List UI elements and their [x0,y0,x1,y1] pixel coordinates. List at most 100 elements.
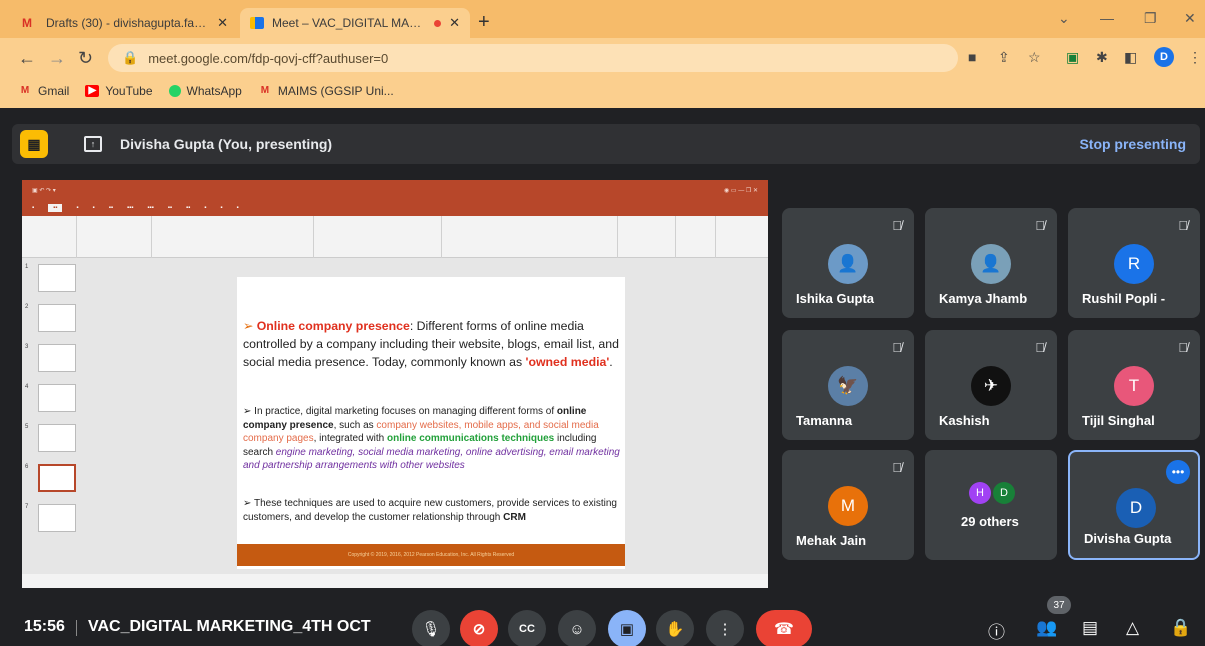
participant-tile[interactable]: 🎙̸ M Mehak Jain [782,450,914,560]
emoji-button[interactable]: ☺ [558,610,596,646]
chat-icon[interactable]: ▤ [1082,618,1098,638]
tab-meet[interactable]: Meet – VAC_DIGITAL MARKE ✕ [240,8,470,38]
extensions-icon[interactable]: ✱ [1096,49,1108,66]
profile-avatar[interactable]: D [1154,47,1174,67]
bookmark-star-icon[interactable]: ☆ [1028,49,1041,66]
minimize-button[interactable]: — [1100,10,1114,26]
meeting-title: VAC_DIGITAL MARKETING_4TH OCT [88,618,371,635]
gmail-icon: M [20,85,30,96]
stop-presenting-button[interactable]: Stop presenting [1079,136,1186,152]
slide-text: engine marketing, social media marketing… [243,446,620,472]
host-controls-icon[interactable]: 🔒 [1170,618,1191,638]
participant-name: Kashish [939,413,990,428]
mic-off-icon: 🎙̸ [1178,340,1188,355]
tab-title: Drafts (30) - divishagupta.faculty [46,16,210,30]
menu-kebab-icon[interactable]: ⋮ [1188,49,1202,66]
avatar: H [969,482,991,504]
participant-tile[interactable]: 🎙̸ 👤 Ishika Gupta [782,208,914,318]
whatsapp-extension-icon[interactable]: ▣ [1066,49,1079,66]
address-bar[interactable]: 🔒 meet.google.com/fdp-qovj-cff?authuser=… [108,44,958,72]
tab-title: Meet – VAC_DIGITAL MARKE [272,16,427,30]
ppt-ribbon-tabs: ▪ ▪▪ ▪ ▪ ▪▪ ▪▪▪ ▪▪▪ ▪▪ ▪▪ ▪ ▪ ▪ [22,200,768,216]
participant-tile[interactable]: 🎙̸ R Rushil Popli - [1068,208,1200,318]
slide-thumbnail[interactable] [38,264,76,292]
participant-name: Rushil Popli - [1082,291,1166,306]
side-panel-icon[interactable]: ◧ [1124,49,1137,66]
bookmarks-bar: M Gmail ▶ YouTube WhatsApp M MAIMS (GGSIP U… [0,80,394,102]
microphone-button[interactable]: 🎙 [412,610,450,646]
slide-thumbnail[interactable] [38,424,76,452]
new-tab-button[interactable]: + [478,11,490,34]
activities-icon[interactable]: △ [1126,618,1139,638]
slide-term: 'owned media' [525,355,610,369]
slide-text: In practice, digital marketing focuses o… [254,406,557,417]
tab-strip: M Drafts (30) - divishagupta.faculty ✕ M… [0,0,1205,38]
reload-button[interactable]: ↻ [78,48,93,69]
slide-bullet-1: ➢ Online company presence: Different for… [243,319,619,369]
bookmark-maims[interactable]: M MAIMS (GGSIP Uni... [258,84,394,98]
youtube-icon: ▶ [85,85,100,97]
present-button[interactable]: ▣ [608,610,646,646]
more-options-button[interactable]: ⋮ [706,610,744,646]
captions-button[interactable]: CC [508,610,546,646]
close-tab-icon[interactable]: ✕ [217,15,228,31]
participant-name: Tamanna [796,413,853,428]
tab-search-icon[interactable]: ⌄ [1058,10,1070,27]
participant-name: Tijil Singhal [1082,413,1155,428]
tab-gmail-drafts[interactable]: M Drafts (30) - divishagupta.faculty ✕ [12,8,238,38]
avatar: D [1116,488,1156,528]
slide-text: , such as [333,419,377,431]
meeting-details-icon[interactable]: ⓘ [988,618,1005,643]
toolbar: ← → ↻ 🔒 meet.google.com/fdp-qovj-cff?aut… [0,38,1205,78]
raise-hand-button[interactable]: ✋ [656,610,694,646]
share-icon[interactable]: ⇪ [998,49,1010,66]
gmail-icon: M [22,16,32,30]
back-button[interactable]: ← [18,48,36,69]
slide-term: Online company presence [256,319,410,333]
camera-off-button[interactable]: ⊘ [460,610,498,646]
participant-name: Mehak Jain [796,533,867,548]
mic-off-icon: 🎙̸ [892,218,902,233]
mic-off-icon: 🎙̸ [892,340,902,355]
slide-thumbnail[interactable] [38,384,76,412]
participant-name: Kamya Jhamb [939,291,1028,306]
camera-in-use-icon[interactable]: ■ [968,49,976,65]
avatar: D [993,482,1015,504]
end-call-button[interactable]: ☎ [756,610,812,646]
slide-thumbnail[interactable] [38,504,76,532]
divider [76,620,77,636]
slide-thumbnail-selected[interactable] [38,464,76,492]
meet-icon [250,17,264,29]
meet-controls-bar: 15:56 VAC_DIGITAL MARKETING_4TH OCT 🎙 ⊘ … [0,596,1205,646]
presenting-label: Divisha Gupta (You, presenting) [120,136,333,152]
slide-thumbnail[interactable] [38,344,76,372]
slide-text: . [609,355,613,369]
participant-tile[interactable]: 🎙̸ 🦅 Tamanna [782,330,914,440]
meeting-time: 15:56 [24,618,65,635]
participant-tile[interactable]: 🎙̸ 👤 Kamya Jhamb [925,208,1057,318]
bookmark-label: YouTube [105,84,153,98]
forward-button[interactable]: → [48,48,66,69]
more-options-icon[interactable]: ••• [1166,460,1190,484]
slide-thumbnail[interactable] [38,304,76,332]
bookmark-youtube[interactable]: ▶ YouTube [85,84,153,98]
participant-tile[interactable]: 🎙̸ ✈ Kashish [925,330,1057,440]
bookmark-whatsapp[interactable]: WhatsApp [168,84,242,98]
slide-text: These techniques are used to acquire new… [243,498,617,523]
gmail-icon: M [260,85,270,96]
close-window-button[interactable]: ✕ [1184,10,1196,27]
self-tile[interactable]: ••• D Divisha Gupta [1068,450,1200,560]
participant-count-badge: 37 [1047,596,1071,614]
mic-off-icon: 🎙̸ [1035,340,1045,355]
slide-bullet-3: ➢ These techniques are used to acquire n… [243,498,617,523]
restore-button[interactable]: ❐ [1144,10,1157,27]
participant-tile[interactable]: 🎙̸ T Tijil Singhal [1068,330,1200,440]
slide-text: CRM [503,511,526,523]
people-icon[interactable]: 👥 [1036,618,1057,638]
bookmark-gmail[interactable]: M Gmail [18,84,70,98]
ppt-ribbon [22,216,768,258]
others-tile[interactable]: H D 29 others [925,450,1057,560]
avatar: 👤 [828,244,868,284]
close-tab-icon[interactable]: ✕ [449,15,460,31]
ppt-titlebar: ▣ ↶ ↷ ▾ ◉ ▭ — ❐ ✕ [22,180,768,200]
